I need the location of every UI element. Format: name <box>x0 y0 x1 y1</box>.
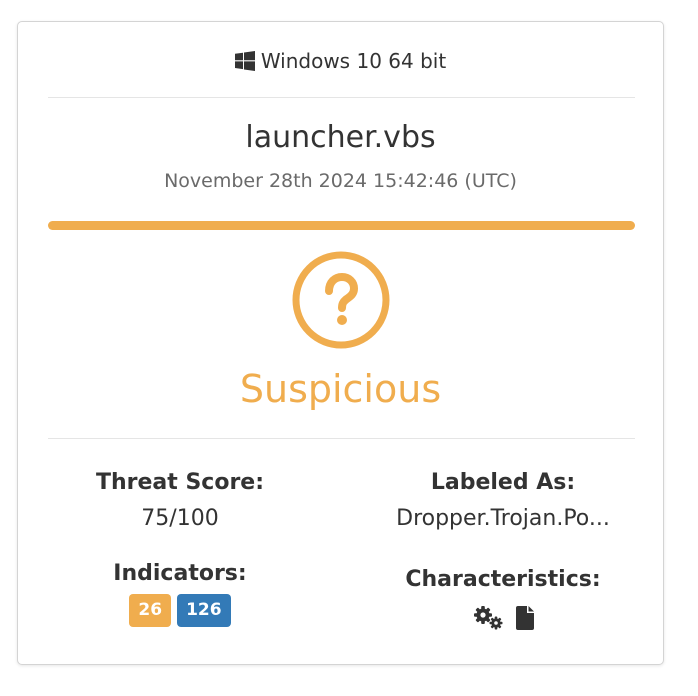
threat-score-value: 75/100 <box>141 506 219 531</box>
divider <box>48 438 635 439</box>
report-card: Windows 10 64 bit launcher.vbs November … <box>17 21 664 665</box>
characteristics-section: Characteristics: <box>353 567 653 631</box>
file-icon[interactable] <box>516 606 534 630</box>
indicator-badges: 26 126 <box>70 594 290 627</box>
windows-icon <box>234 51 255 71</box>
question-circle-icon <box>292 251 390 349</box>
divider <box>48 97 635 98</box>
indicator-badge-suspicious[interactable]: 26 <box>129 594 172 627</box>
os-info: Windows 10 64 bit <box>18 46 663 76</box>
indicators-title: Indicators: <box>113 561 247 586</box>
characteristics-icons <box>353 605 653 631</box>
verdict-bar <box>48 221 635 230</box>
file-name: launcher.vbs <box>245 120 436 155</box>
indicators-section: Indicators: 26 126 <box>70 561 290 627</box>
indicator-badge-informative[interactable]: 126 <box>177 594 231 627</box>
os-label: Windows 10 64 bit <box>260 49 447 73</box>
verdict-label: Suspicious <box>239 367 442 411</box>
threat-score-section: Threat Score: 75/100 <box>70 470 290 531</box>
characteristics-title: Characteristics: <box>405 567 601 592</box>
labeled-as-value: Dropper.Trojan.Po... <box>396 506 610 531</box>
analysis-timestamp: November 28th 2024 15:42:46 (UTC) <box>164 170 517 192</box>
labeled-as-section: Labeled As: Dropper.Trojan.Po... <box>353 470 653 531</box>
threat-score-title: Threat Score: <box>95 470 265 495</box>
gears-icon[interactable] <box>472 605 504 631</box>
labeled-as-title: Labeled As: <box>430 470 576 495</box>
